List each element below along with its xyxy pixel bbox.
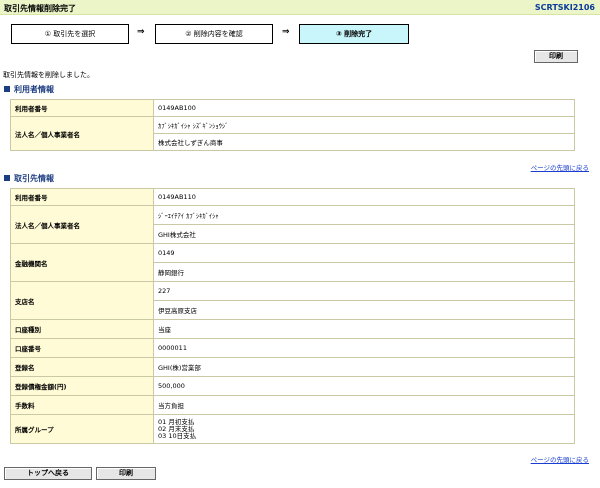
row-label: 登録債権金額(円): [10, 376, 154, 396]
square-bullet-icon: [4, 175, 10, 181]
screen-code: SCRTSKI2106: [534, 3, 595, 12]
row-label: 所属グループ: [10, 414, 154, 444]
row-value-group-list: 01 月初支払 02 月末支払 03 10日支払: [153, 414, 575, 444]
row-value: 0149AB100: [153, 99, 575, 117]
table-row: 利用者番号 0149AB100: [10, 99, 575, 117]
group-item: 03 10日支払: [158, 431, 197, 440]
table-row: 支店名 227: [10, 281, 575, 320]
row-label: 口座種別: [10, 319, 154, 339]
row-value: GHI(株)営業部: [153, 357, 575, 377]
table-row: 利用者番号 0149AB110: [10, 188, 575, 206]
row-value: 当座: [153, 319, 575, 339]
row-value: GHI株式会社: [153, 224, 575, 244]
row-value: 当方負担: [153, 395, 575, 415]
step-indicator: ① 取引先を選択 ⇒ ② 削除内容を確認 ⇒ ③ 削除完了: [0, 24, 600, 44]
square-bullet-icon: [4, 86, 10, 92]
row-value: ｶﾌﾞｼｷｶﾞｲｼｬ ｼｽﾞｷﾞﾝｼｮｳｼﾞ: [153, 116, 575, 134]
back-to-top-link[interactable]: ページの先頭に戻る: [531, 162, 589, 172]
partner-info-table: 利用者番号 0149AB110 法人名／個人事業者名 ｼﾞｰｴｲﾁｱｲ ｶﾌﾞｼ…: [10, 188, 575, 444]
row-label: 法人名／個人事業者名: [10, 205, 154, 244]
step-deletion-complete: ③ 削除完了: [299, 24, 409, 44]
row-value: ｼﾞｰｴｲﾁｱｲ ｶﾌﾞｼｷｶﾞｲｼｬ: [153, 205, 575, 225]
row-label: 登録名: [10, 357, 154, 377]
table-row: 登録名 GHI(株)営業部: [10, 357, 575, 377]
table-row: 登録債権金額(円) 500,000: [10, 376, 575, 396]
table-row: 所属グループ 01 月初支払 02 月末支払 03 10日支払: [10, 414, 575, 444]
screen-header: 取引先情報削除完了 SCRTSKI2106: [0, 0, 600, 15]
row-value: 0000011: [153, 338, 575, 358]
back-to-top-page-button[interactable]: トップへ戻る: [4, 467, 92, 480]
group-item: 01 月初支払: [158, 417, 195, 426]
page-title: 取引先情報削除完了: [4, 4, 76, 13]
table-row: 口座番号 0000011: [10, 338, 575, 358]
row-value: 伊豆高原支店: [153, 300, 575, 320]
table-row: 金融機関名 0149: [10, 243, 575, 282]
print-button-bottom[interactable]: 印刷: [96, 467, 156, 480]
step-arrow-icon: ⇒: [137, 27, 145, 37]
row-value: 227: [153, 281, 575, 301]
table-row: 口座種別 当座: [10, 319, 575, 339]
row-label: 支店名: [10, 281, 154, 320]
table-row: 法人名／個人事業者名 ｼﾞｰｴｲﾁｱｲ ｶﾌﾞｼｷｶﾞｲｼｬ: [10, 205, 575, 244]
row-value: 500,000: [153, 376, 575, 396]
row-label: 利用者番号: [10, 99, 154, 117]
row-value: 0149AB110: [153, 188, 575, 206]
row-label: 金融機関名: [10, 243, 154, 282]
user-info-table: 利用者番号 0149AB100 法人名／個人事業者名 ｶﾌﾞｼｷｶﾞｲｼｬ ｼｽ…: [10, 99, 575, 151]
table-row: 手数料 当方負担: [10, 395, 575, 415]
completion-message: 取引先情報を削除しました。: [3, 71, 94, 79]
row-label: 口座番号: [10, 338, 154, 358]
group-item: 02 月末支払: [158, 424, 195, 433]
print-button-top[interactable]: 印刷: [534, 50, 578, 63]
step-select-partner: ① 取引先を選択: [11, 24, 129, 44]
row-value: 静岡銀行: [153, 262, 575, 282]
step-arrow-icon: ⇒: [282, 27, 290, 37]
row-label: 手数料: [10, 395, 154, 415]
partner-info-heading: 取引先情報: [4, 173, 54, 184]
row-value: 株式会社しずぎん商事: [153, 133, 575, 151]
row-value: 0149: [153, 243, 575, 263]
row-label: 法人名／個人事業者名: [10, 116, 154, 151]
step-confirm-deletion: ② 削除内容を確認: [155, 24, 273, 44]
table-row: 法人名／個人事業者名 ｶﾌﾞｼｷｶﾞｲｼｬ ｼｽﾞｷﾞﾝｼｮｳｼﾞ: [10, 116, 575, 151]
back-to-top-link[interactable]: ページの先頭に戻る: [531, 454, 589, 464]
user-info-heading: 利用者情報: [4, 84, 54, 95]
row-label: 利用者番号: [10, 188, 154, 206]
